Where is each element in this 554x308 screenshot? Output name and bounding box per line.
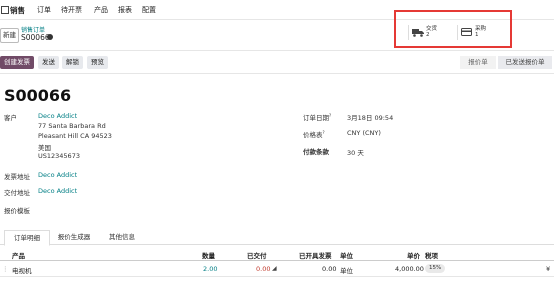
- row-unit: 单位: [340, 267, 353, 275]
- col-product[interactable]: 产品: [12, 250, 25, 260]
- address-line-4: US12345673: [38, 152, 80, 160]
- invoice-address-label: 发票地址: [4, 173, 30, 181]
- tab-other-info[interactable]: 其他信息: [100, 230, 144, 244]
- tab-order-lines[interactable]: 订单明细: [4, 230, 50, 246]
- unlock-button[interactable]: 解锁: [62, 56, 83, 69]
- order-date-label: 订单日期?: [303, 112, 332, 122]
- send-button[interactable]: 发送: [38, 56, 59, 69]
- row-invoiced: 0.00: [322, 265, 337, 273]
- purchase-smart-button[interactable]: 采购 1: [457, 25, 504, 40]
- delivery-smart-button[interactable]: 交货 2: [408, 25, 454, 40]
- menu-to-invoice[interactable]: 待开票: [61, 5, 82, 15]
- row-product[interactable]: 电视机: [12, 265, 32, 275]
- col-quantity[interactable]: 数量: [202, 250, 215, 260]
- row-delivered: 0.00: [256, 265, 271, 273]
- row-quantity[interactable]: 2.00: [203, 265, 217, 273]
- col-unit-price[interactable]: 单价: [407, 250, 420, 260]
- col-unit[interactable]: 单位: [340, 250, 353, 260]
- tax-badge[interactable]: 15%: [425, 264, 446, 273]
- delivery-label: 交货 2: [426, 26, 438, 38]
- pricelist-value[interactable]: CNY (CNY): [347, 129, 381, 137]
- status-quotation-sent[interactable]: 已发送报价单: [498, 56, 552, 69]
- payment-terms-value[interactable]: 30 天: [347, 147, 364, 157]
- new-button[interactable]: 新建: [0, 28, 19, 43]
- status-quotation[interactable]: 报价单: [460, 56, 496, 69]
- customer-link[interactable]: Deco Addict: [38, 112, 77, 120]
- breadcrumb-current: S00066: [21, 33, 50, 42]
- delivery-address-label: 交付地址: [4, 189, 30, 197]
- row-currency: ¥: [546, 265, 551, 273]
- purchase-label: 采购 1: [475, 26, 487, 38]
- col-delivered[interactable]: 已交付: [247, 250, 267, 260]
- order-lines-header: 产品 数量 已交付 已开具发票 单位 单价 税项: [0, 246, 554, 261]
- col-taxes[interactable]: 税项: [425, 250, 438, 260]
- address-line-3: 美国: [38, 144, 51, 152]
- preview-button[interactable]: 预览: [87, 56, 108, 69]
- gear-icon[interactable]: [47, 34, 53, 40]
- menu-reporting[interactable]: 报表: [118, 5, 132, 15]
- record-title: S00066: [4, 86, 72, 105]
- order-date-value[interactable]: 3月18日 09:54: [347, 112, 393, 122]
- create-invoice-button[interactable]: 创建发票: [0, 56, 34, 69]
- table-row[interactable]: ⋮ 电视机 2.00 0.00 ◢ 0.00 单位 4,000.00 15% ¥: [0, 262, 554, 277]
- drag-handle-icon[interactable]: ⋮: [2, 265, 9, 273]
- delivery-address-link[interactable]: Deco Addict: [38, 187, 77, 195]
- menu-configuration[interactable]: 配置: [142, 5, 156, 15]
- row-unit-price: 4,000.00: [395, 265, 424, 273]
- menu-orders[interactable]: 订单: [37, 5, 51, 15]
- customer-label: 客户: [4, 114, 17, 122]
- invoice-address-link[interactable]: Deco Addict: [38, 171, 77, 179]
- address-line-1: 77 Santa Barbara Rd: [38, 122, 106, 130]
- address-line-2: Pleasant Hill CA 94523: [38, 132, 112, 140]
- payment-terms-label: 付款条款: [303, 148, 329, 156]
- notebook-tabs: 订单明细 报价生成器 其他信息: [0, 228, 554, 246]
- quote-template-label: 报价模板: [4, 207, 30, 215]
- tab-quote-builder[interactable]: 报价生成器: [50, 230, 98, 244]
- col-invoiced[interactable]: 已开具发票: [299, 250, 332, 260]
- chart-area-icon[interactable]: ◢: [272, 265, 277, 272]
- apps-grid-icon[interactable]: [1, 6, 9, 14]
- menu-products[interactable]: 产品: [94, 5, 108, 15]
- credit-card-icon: [461, 28, 472, 36]
- truck-icon: [412, 29, 424, 37]
- action-bar: 创建发票 发送 解锁 预览 报价单 已发送报价单: [0, 51, 554, 74]
- app-name[interactable]: 销售: [10, 5, 25, 16]
- pricelist-label: 价格表?: [303, 129, 325, 139]
